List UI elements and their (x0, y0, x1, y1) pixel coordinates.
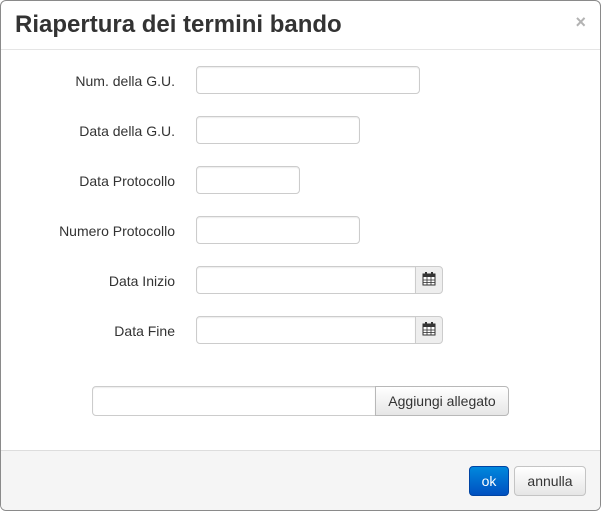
data-inizio-label: Data Inizio (108, 273, 175, 289)
numero-protocollo-label: Numero Protocollo (59, 223, 175, 239)
data-fine-calendar-button[interactable] (415, 316, 443, 344)
data-gu-input[interactable] (196, 116, 360, 144)
form-row-numero-protocollo: Numero Protocollo (1, 216, 600, 246)
data-inizio-input[interactable] (196, 266, 416, 294)
data-fine-label: Data Fine (114, 323, 175, 339)
attachment-row: Aggiungi allegato (92, 386, 512, 416)
add-attachment-button[interactable]: Aggiungi allegato (375, 386, 509, 416)
modal-footer: ok annulla (1, 450, 600, 510)
modal-header: Riapertura dei termini bando × (1, 1, 600, 50)
data-protocollo-input[interactable] (196, 166, 300, 194)
attachment-file-field[interactable] (92, 386, 376, 416)
num-gu-label: Num. della G.U. (75, 73, 175, 89)
modal-title: Riapertura dei termini bando (15, 11, 342, 38)
cancel-button[interactable]: annulla (514, 466, 586, 496)
close-button[interactable]: × (575, 12, 586, 32)
form-row-data-inizio: Data Inizio (1, 266, 600, 296)
ok-button[interactable]: ok (469, 466, 509, 496)
data-protocollo-label: Data Protocollo (79, 173, 175, 189)
form-row-data-protocollo: Data Protocollo (1, 166, 600, 196)
modal-dialog: Riapertura dei termini bando × Num. dell… (0, 0, 601, 511)
data-gu-label: Data della G.U. (79, 123, 175, 139)
calendar-icon (422, 272, 436, 286)
num-gu-input[interactable] (196, 66, 420, 94)
calendar-icon (422, 322, 436, 336)
data-fine-input[interactable] (196, 316, 416, 344)
numero-protocollo-input[interactable] (196, 216, 360, 244)
form-row-data-gu: Data della G.U. (1, 116, 600, 146)
form-row-data-fine: Data Fine (1, 316, 600, 346)
form-row-num-gu: Num. della G.U. (1, 66, 600, 96)
data-inizio-calendar-button[interactable] (415, 266, 443, 294)
